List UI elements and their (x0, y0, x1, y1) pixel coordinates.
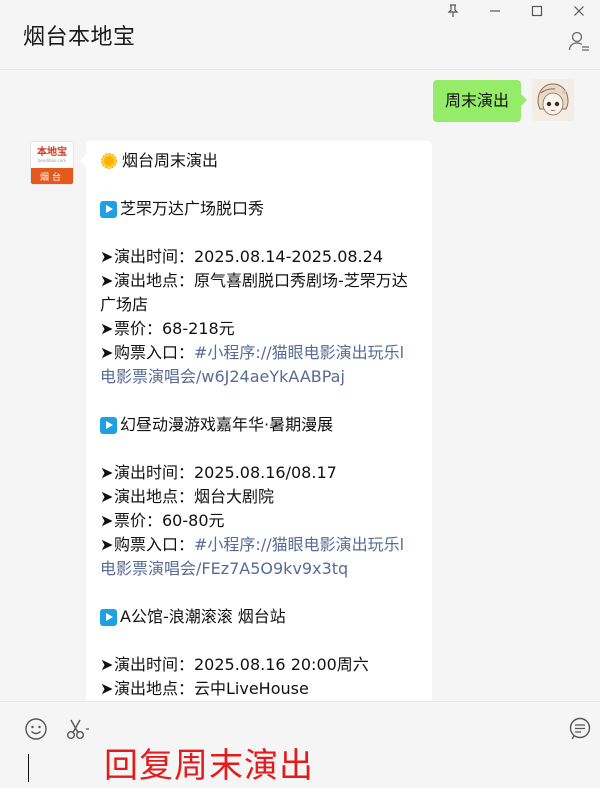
show-title: 幻昼动漫游戏嘉年华·暑期漫展 (100, 413, 418, 437)
show-detail-text: 票价：60-80元 (114, 511, 225, 530)
scissors-icon[interactable] (66, 717, 92, 743)
bot-message-bubble[interactable]: 烟台周末演出 芝罘万达广场脱口秀 ➤演出时间：2025.08.14-2025.0… (80, 141, 432, 701)
play-icon (100, 608, 117, 626)
headline-line: 烟台周末演出 (100, 149, 418, 173)
my-avatar[interactable] (532, 79, 574, 121)
show-detail-text: 演出地点：烟台大剧院 (114, 487, 275, 506)
bot-message-row: 本地宝 bendibao.com 烟台 烟台周末演出 芝罘万达广场脱口秀 ➤演出… (30, 141, 432, 701)
minimize-icon[interactable] (474, 0, 516, 22)
sun-icon (100, 152, 118, 170)
my-message-row: 周末演出 (432, 79, 574, 122)
show-title-text: A公馆-浪潮滚滚 烟台站 (120, 607, 286, 626)
arrow-icon: ➤ (100, 511, 114, 530)
arrow-icon: ➤ (100, 271, 114, 290)
headline-text: 烟台周末演出 (122, 151, 219, 170)
arrow-icon: ➤ (100, 679, 114, 698)
maximize-icon[interactable] (516, 0, 558, 22)
show-detail-text: 演出地点：原气喜剧脱口秀剧场-芝罘万达广场店 (100, 271, 408, 314)
show-detail-line: ➤演出地点：云中LiveHouse (100, 677, 418, 701)
arrow-icon: ➤ (100, 343, 114, 362)
ticket-label: 购票入口： (114, 535, 195, 554)
pin-icon[interactable] (432, 0, 474, 22)
show-detail-line: ➤演出时间：2025.08.16/08.17 (100, 461, 418, 485)
show-detail-line: ➤票价：68-218元 (100, 317, 418, 341)
show-detail-text: 演出时间：2025.08.16/08.17 (114, 463, 337, 482)
chat-window: 烟台本地宝 周末演出 本地宝 bendibao.com 烟台 烟台周末演出 芝罘… (0, 0, 600, 788)
profile-icon[interactable] (568, 30, 590, 52)
arrow-icon: ➤ (100, 463, 114, 482)
arrow-icon: ➤ (100, 487, 114, 506)
ticket-label: 购票入口： (114, 343, 195, 362)
emoji-icon[interactable] (24, 717, 50, 743)
bot-avatar-city: 烟台 (31, 168, 73, 184)
title-bar: 烟台本地宝 (0, 0, 600, 70)
show-title: 芝罘万达广场脱口秀 (100, 197, 418, 221)
play-icon (100, 416, 117, 434)
close-icon[interactable] (558, 0, 600, 22)
arrow-icon: ➤ (100, 535, 114, 554)
show-title-text: 芝罘万达广场脱口秀 (120, 199, 265, 218)
show-detail-line: ➤票价：60-80元 (100, 509, 418, 533)
bot-avatar-brand: 本地宝 (37, 147, 67, 158)
show-detail-line: ➤演出时间：2025.08.14-2025.08.24 (100, 245, 418, 269)
show-detail-line: ➤演出地点：原气喜剧脱口秀剧场-芝罘万达广场店 (100, 269, 418, 317)
show-ticket-line: ➤购票入口：#小程序://猫眼电影演出玩乐l电影票演唱会/w6J24aeYkAA… (100, 341, 418, 389)
show-detail-line: ➤演出地点：烟台大剧院 (100, 485, 418, 509)
show-detail-text: 演出时间：2025.08.14-2025.08.24 (114, 247, 383, 266)
show-ticket-line: ➤购票入口：#小程序://猫眼电影演出玩乐l电影票演唱会/FEz7A5O9kv9… (100, 533, 418, 581)
show-detail-text: 演出地点：云中LiveHouse (114, 679, 309, 698)
message-list[interactable]: 周末演出 本地宝 bendibao.com 烟台 烟台周末演出 芝罘万达广场脱口… (0, 71, 600, 701)
arrow-icon: ➤ (100, 247, 114, 266)
show-detail-line: ➤演出时间：2025.08.16 20:00周六 (100, 653, 418, 677)
bot-avatar[interactable]: 本地宝 bendibao.com 烟台 (30, 141, 74, 185)
text-cursor[interactable] (28, 754, 29, 782)
window-controls (432, 0, 600, 22)
chat-title: 烟台本地宝 (23, 25, 136, 50)
bot-avatar-url: bendibao.com (37, 158, 67, 163)
arrow-icon: ➤ (100, 319, 114, 338)
show-detail-text: 票价：68-218元 (114, 319, 235, 338)
bot-avatar-top: 本地宝 bendibao.com (31, 142, 73, 168)
play-icon (100, 200, 117, 218)
my-message-bubble[interactable]: 周末演出 (432, 80, 528, 122)
show-title-text: 幻昼动漫游戏嘉年华·暑期漫展 (120, 415, 334, 434)
show-detail-text: 演出时间：2025.08.16 20:00周六 (114, 655, 369, 674)
chat-history-icon[interactable] (568, 717, 594, 743)
arrow-icon: ➤ (100, 655, 114, 674)
overlay-caption: 回复周末演出 (104, 746, 314, 786)
show-title: A公馆-浪潮滚滚 烟台站 (100, 605, 418, 629)
